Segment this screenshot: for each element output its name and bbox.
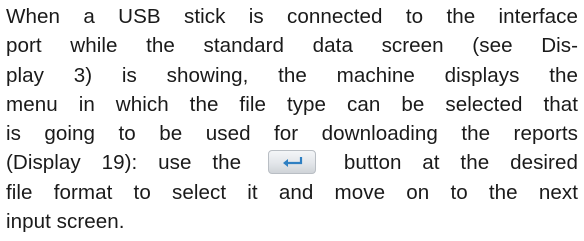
paragraph-line: play 3) is showing, the machine displays… [6, 63, 578, 87]
enter-button-icon [268, 150, 317, 175]
paragraph-line: is going to be used for downloading the … [6, 122, 578, 146]
enter-return-icon [283, 157, 303, 168]
paragraph-text-before-button: (Display 19): use the [6, 151, 242, 175]
paragraph-line-with-button: (Display 19): use the button at the desi… [6, 148, 578, 177]
paragraph-line: file format to select it and move on to … [6, 180, 578, 204]
instruction-paragraph: When a USB stick is connected to the int… [6, 2, 578, 236]
paragraph-text-after-button: button at the desired [343, 151, 578, 175]
paragraph-line: port while the standard data screen (see… [6, 34, 578, 58]
paragraph-line: menu in which the file type can be selec… [6, 92, 578, 116]
paragraph-line: When a USB stick is connected to the int… [6, 5, 578, 28]
paragraph-line: input screen. [6, 210, 125, 234]
